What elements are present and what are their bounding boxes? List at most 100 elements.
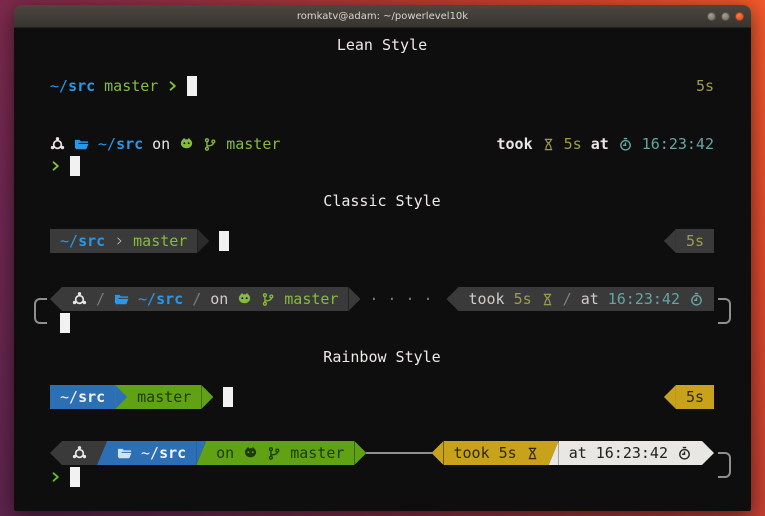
prompt-chevron-icon	[50, 469, 61, 485]
slash-separator	[196, 441, 206, 465]
at-label: at	[569, 446, 587, 461]
chevron-separator-icon	[114, 234, 124, 248]
at-label: at	[591, 137, 609, 152]
cursor-block	[219, 231, 229, 251]
ubuntu-logo-icon	[72, 292, 87, 307]
duration-segment: took 5s	[444, 441, 549, 465]
took-label: took	[454, 446, 490, 461]
powerline-arrow	[354, 441, 366, 465]
git-branch-name: master	[226, 137, 280, 152]
ubuntu-logo-icon	[72, 446, 87, 461]
ubuntu-logo-icon	[50, 137, 65, 152]
rainbow-segments-line: ~/src on master took 5s	[50, 441, 714, 465]
current-time: 16:23:42	[642, 137, 714, 152]
took-label: took	[497, 137, 533, 152]
cursor-block	[223, 387, 233, 407]
slash-separator: /	[192, 292, 201, 307]
octocat-icon	[179, 137, 194, 152]
hourglass-icon	[542, 137, 555, 152]
on-label: on	[216, 446, 234, 461]
clock-icon	[689, 292, 704, 307]
git-branch-icon	[261, 292, 275, 307]
command-duration: 5s	[696, 79, 714, 94]
on-label: on	[152, 137, 170, 152]
powerline-arrow	[702, 441, 714, 465]
slash-separator: /	[96, 292, 105, 307]
command-duration: 5s	[686, 390, 704, 405]
at-label: at	[581, 292, 599, 307]
classic-segments-line: / ~/src / on master ····	[50, 287, 714, 311]
on-label: on	[210, 292, 228, 307]
rainbow-short-prompt: ~/src master 5s	[50, 385, 714, 409]
time-segment: at 16:23:42	[559, 441, 702, 465]
slash-separator: /	[563, 292, 572, 307]
command-duration: 5s	[686, 234, 704, 249]
path-segment: ~/src	[107, 441, 196, 465]
os-segment	[62, 441, 97, 465]
clock-icon	[618, 137, 633, 152]
cursor-block	[70, 156, 80, 176]
git-branch-icon	[267, 446, 281, 461]
classic-short-prompt: ~/src master 5s	[50, 229, 714, 253]
powerline-arrow	[201, 385, 213, 409]
powerline-cap	[50, 287, 62, 311]
status-segment: took 5s / at 16:23:42	[458, 287, 714, 311]
git-branch-name: master	[133, 234, 187, 249]
powerline-arrow	[446, 287, 458, 311]
dotted-connector: ····	[365, 292, 441, 307]
prompt-chevron-icon	[167, 78, 178, 94]
command-duration: 5s	[514, 292, 532, 307]
window-controls	[707, 5, 744, 27]
duration-segment: 5s	[676, 385, 714, 409]
desktop-background: romkatv@adam: ~/powerlevel10k Lean Style…	[0, 0, 765, 516]
folder-icon	[117, 446, 132, 461]
folder-icon	[114, 292, 129, 307]
folder-icon	[74, 137, 89, 152]
right-frame-bracket	[718, 452, 731, 478]
terminal-content[interactable]: Lean Style ~/src master 5s ~/src on mast…	[14, 28, 751, 511]
powerline-arrow	[664, 229, 676, 253]
git-branch-name: master	[104, 79, 158, 94]
classic-input-line	[50, 311, 714, 335]
current-directory: ~/src	[98, 137, 143, 152]
clock-icon	[677, 446, 692, 461]
git-branch-name: master	[284, 292, 338, 307]
classic-full-prompt: / ~/src / on master ····	[50, 287, 714, 335]
cursor-block	[60, 313, 70, 333]
rainbow-full-prompt: ~/src on master took 5s	[50, 441, 714, 489]
prompt-chevron-icon	[50, 158, 61, 174]
hourglass-icon	[526, 446, 539, 461]
path-segment: ~/src master	[50, 229, 197, 253]
powerline-cap	[50, 441, 62, 465]
terminal-window: romkatv@adam: ~/powerlevel10k Lean Style…	[14, 5, 751, 511]
left-frame-bracket	[34, 298, 47, 324]
lean-full-prompt: ~/src on master took 5s at 16:23:42	[50, 133, 714, 155]
connector-line	[366, 452, 431, 454]
duration-segment: 5s	[676, 229, 714, 253]
current-time: 16:23:42	[596, 446, 668, 461]
titlebar[interactable]: romkatv@adam: ~/powerlevel10k	[14, 5, 751, 28]
lean-input-line	[50, 155, 714, 177]
context-segment: / ~/src / on master	[62, 287, 348, 311]
cursor-block	[187, 76, 197, 96]
powerline-arrow	[664, 385, 676, 409]
maximize-button[interactable]	[721, 12, 730, 21]
powerline-arrow	[348, 287, 360, 311]
hourglass-icon	[541, 292, 554, 307]
octocat-icon	[243, 446, 258, 461]
took-label: took	[468, 292, 504, 307]
rainbow-style-heading: Rainbow Style	[50, 350, 714, 370]
close-button[interactable]	[735, 12, 744, 21]
right-frame-bracket	[718, 298, 731, 324]
powerline-arrow	[197, 229, 209, 253]
powerline-arrow	[432, 441, 444, 465]
branch-segment: on master	[206, 441, 354, 465]
minimize-button[interactable]	[707, 12, 716, 21]
lean-style-heading: Lean Style	[50, 38, 714, 58]
branch-segment: master	[127, 385, 201, 409]
current-directory: ~/src	[60, 390, 105, 405]
git-branch-name: master	[137, 390, 191, 405]
current-directory: ~/src	[141, 446, 186, 461]
path-segment: ~/src	[50, 385, 115, 409]
git-branch-name: master	[290, 446, 344, 461]
